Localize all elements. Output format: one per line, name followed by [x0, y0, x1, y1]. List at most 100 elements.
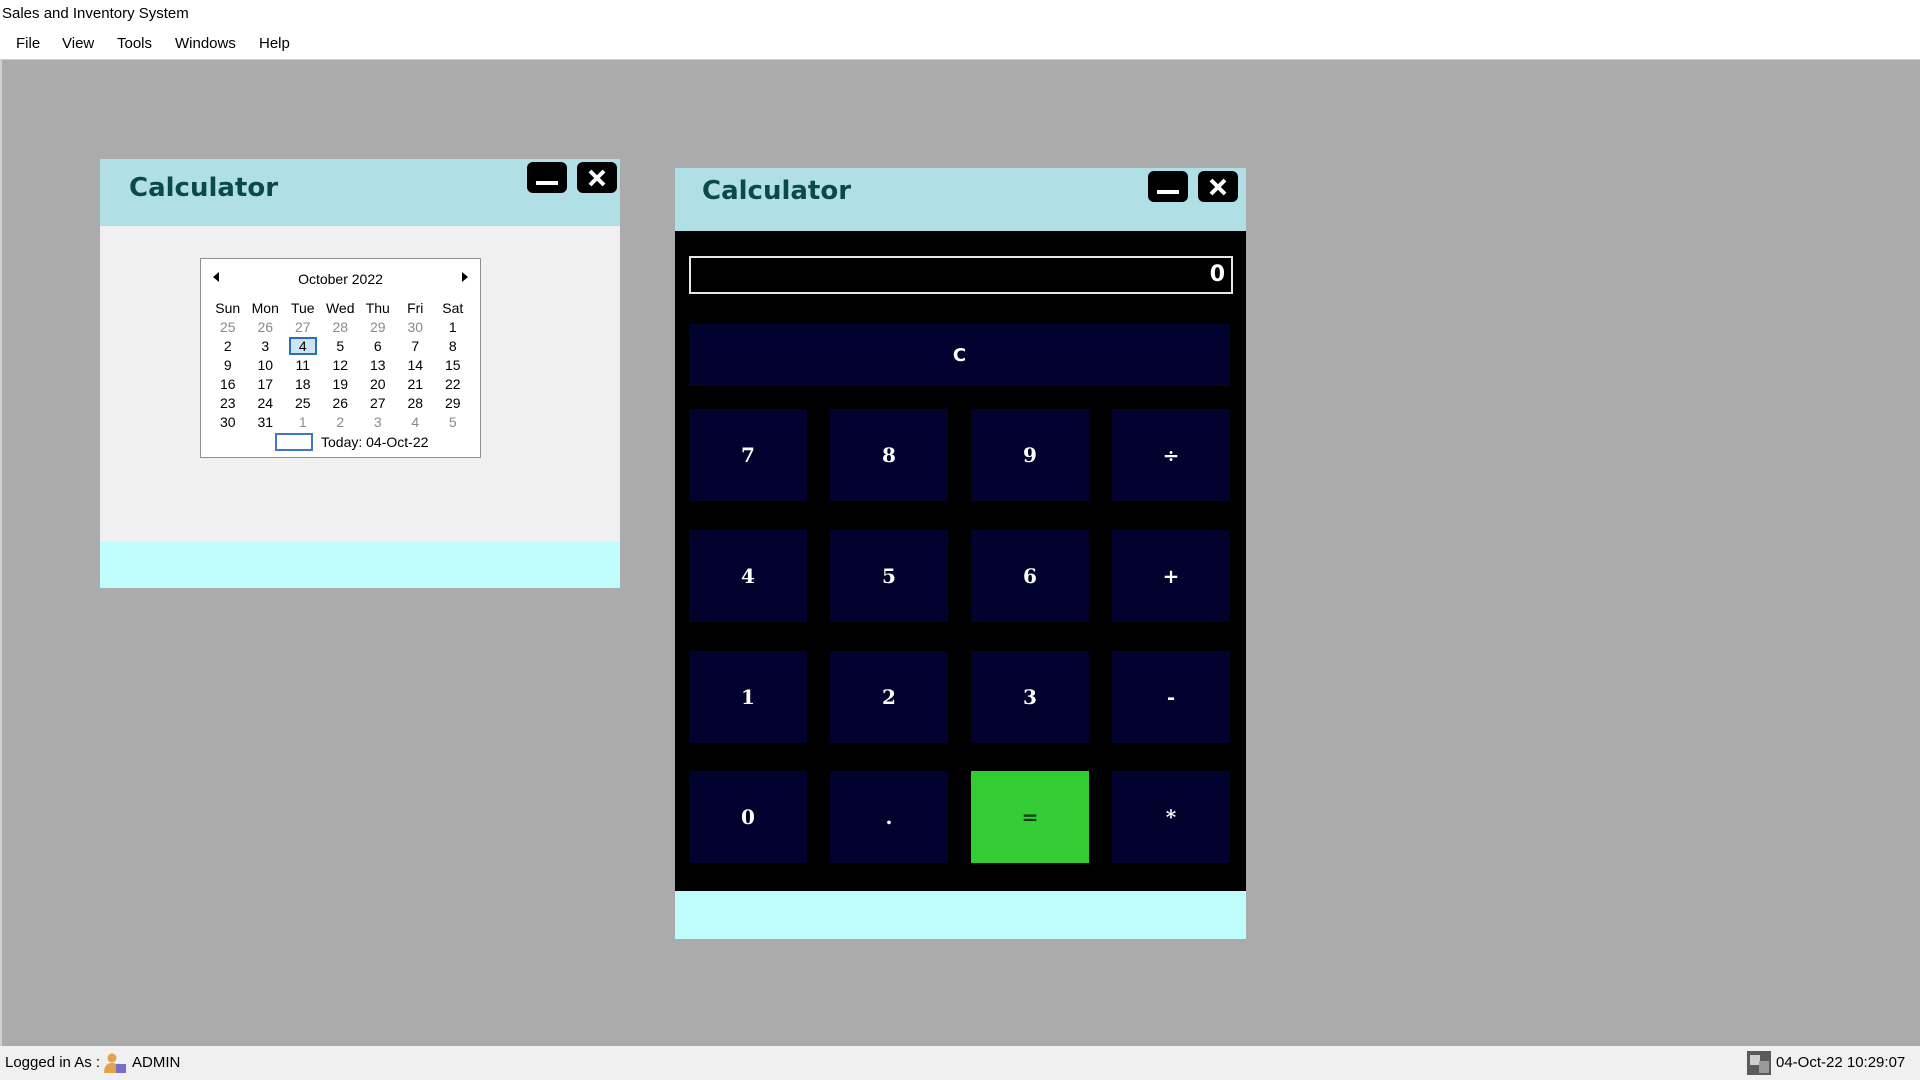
- calendar-day[interactable]: 27: [284, 318, 322, 337]
- close-icon: [1209, 178, 1227, 195]
- calendar-day[interactable]: 20: [359, 375, 397, 394]
- calendar-week-row: 30 31 1 2 3 4 5: [209, 413, 472, 432]
- multiply-button[interactable]: *: [1112, 771, 1230, 863]
- digit-7-button[interactable]: 7: [689, 409, 807, 501]
- calendar-day[interactable]: 14: [397, 356, 435, 375]
- calendar-day[interactable]: 19: [322, 375, 360, 394]
- calendar-day[interactable]: 26: [322, 394, 360, 413]
- calendar-day[interactable]: 25: [209, 318, 247, 337]
- digit-8-button[interactable]: 8: [830, 409, 948, 501]
- calendar-day[interactable]: 29: [359, 318, 397, 337]
- plus-button[interactable]: +: [1112, 530, 1230, 622]
- menu-windows[interactable]: Windows: [175, 28, 236, 59]
- calendar-day[interactable]: 4: [397, 413, 435, 432]
- calendar-day[interactable]: 16: [209, 375, 247, 394]
- calculator-window: Calculator 0 C 7 8 9 ÷ 4 5 6 + 1 2 3 - 0…: [675, 168, 1246, 939]
- weekday-label: Tue: [290, 300, 315, 316]
- calendar-day[interactable]: 10: [247, 356, 285, 375]
- calendar-month-label[interactable]: October 2022: [201, 271, 480, 287]
- digit-0-button[interactable]: 0: [689, 771, 807, 863]
- minimize-button[interactable]: [527, 162, 567, 193]
- calendar-day[interactable]: 12: [322, 356, 360, 375]
- calculator-window-calendar: Calculator October 2022 Sun Mon Tue Wed …: [100, 159, 620, 588]
- calendar-day[interactable]: 1: [284, 413, 322, 432]
- calendar-day[interactable]: 22: [434, 375, 472, 394]
- selected-day-label: 4: [288, 337, 317, 355]
- status-bar: Logged in As : ADMIN 04-Oct-22 10:29:07: [0, 1046, 1920, 1080]
- menu-tools[interactable]: Tools: [117, 28, 152, 59]
- calculator-display[interactable]: 0: [689, 256, 1233, 294]
- weekday-label: Sun: [215, 300, 241, 316]
- close-button[interactable]: [1198, 171, 1238, 202]
- menu-help[interactable]: Help: [259, 28, 290, 59]
- calendar-day[interactable]: 27: [359, 394, 397, 413]
- calendar-day[interactable]: 3: [247, 337, 285, 356]
- decimal-point-button[interactable]: .: [830, 771, 948, 863]
- calendar-today-link[interactable]: Today: 04-Oct-22: [275, 433, 428, 451]
- calendar-day[interactable]: 15: [434, 356, 472, 375]
- minimize-icon: [536, 180, 558, 185]
- calendar-day[interactable]: 3: [359, 413, 397, 432]
- calendar-day[interactable]: 21: [397, 375, 435, 394]
- month-calendar[interactable]: October 2022 Sun Mon Tue Wed Thu Fri Sat…: [200, 258, 481, 458]
- calendar-day[interactable]: 29: [434, 394, 472, 413]
- calendar-day-selected[interactable]: 4: [284, 337, 322, 356]
- calendar-day[interactable]: 18: [284, 375, 322, 394]
- calendar-day[interactable]: 6: [359, 337, 397, 356]
- window-header[interactable]: Calculator: [100, 159, 620, 226]
- calendar-weekday-row: Sun Mon Tue Wed Thu Fri Sat: [209, 299, 472, 318]
- calendar-week-row: 23 24 25 26 27 28 29: [209, 394, 472, 413]
- window-title: Calculator: [129, 173, 279, 203]
- digit-9-button[interactable]: 9: [971, 409, 1089, 501]
- calendar-day[interactable]: 2: [322, 413, 360, 432]
- calendar-day[interactable]: 9: [209, 356, 247, 375]
- calendar-day[interactable]: 23: [209, 394, 247, 413]
- calendar-day[interactable]: 7: [397, 337, 435, 356]
- clear-button[interactable]: C: [689, 324, 1230, 386]
- weekday-label: Fri: [407, 300, 424, 316]
- calendar-day[interactable]: 13: [359, 356, 397, 375]
- digit-3-button[interactable]: 3: [971, 651, 1089, 743]
- minimize-button[interactable]: [1148, 171, 1188, 202]
- weekday-label: Mon: [251, 300, 279, 316]
- calendar-day[interactable]: 11: [284, 356, 322, 375]
- digit-2-button[interactable]: 2: [830, 651, 948, 743]
- digit-1-button[interactable]: 1: [689, 651, 807, 743]
- window-title: Calculator: [702, 176, 852, 206]
- calendar-day[interactable]: 26: [247, 318, 285, 337]
- calendar-day[interactable]: 5: [434, 413, 472, 432]
- divide-button[interactable]: ÷: [1112, 409, 1230, 501]
- weekday-label: Thu: [365, 300, 390, 316]
- today-label: Today: 04-Oct-22: [321, 434, 429, 450]
- calendar-day[interactable]: 31: [247, 413, 285, 432]
- next-month-button[interactable]: [458, 269, 472, 285]
- digit-5-button[interactable]: 5: [830, 530, 948, 622]
- logged-in-user: ADMIN: [132, 1054, 181, 1071]
- close-button[interactable]: [577, 162, 617, 193]
- user-icon: [103, 1052, 127, 1078]
- weekday-label: Wed: [325, 300, 355, 316]
- calendar-week-row: 9 10 11 12 13 14 15: [209, 356, 472, 375]
- calendar-day[interactable]: 28: [322, 318, 360, 337]
- calendar-day[interactable]: 30: [397, 318, 435, 337]
- calendar-day[interactable]: 2: [209, 337, 247, 356]
- equals-button[interactable]: =: [971, 771, 1089, 863]
- minus-button[interactable]: -: [1112, 651, 1230, 743]
- menu-view[interactable]: View: [62, 28, 94, 59]
- calendar-day[interactable]: 5: [322, 337, 360, 356]
- calendar-day[interactable]: 17: [247, 375, 285, 394]
- calendar-week-row: 25 26 27 28 29 30 1: [209, 318, 472, 337]
- menu-file[interactable]: File: [16, 28, 40, 59]
- today-marker-icon: [275, 433, 313, 451]
- calendar-day[interactable]: 30: [209, 413, 247, 432]
- calendar-day[interactable]: 24: [247, 394, 285, 413]
- calendar-day[interactable]: 8: [434, 337, 472, 356]
- digit-6-button[interactable]: 6: [971, 530, 1089, 622]
- calendar-day[interactable]: 25: [284, 394, 322, 413]
- calendar-day[interactable]: 1: [434, 318, 472, 337]
- digit-4-button[interactable]: 4: [689, 530, 807, 622]
- weekday-label: Sat: [442, 300, 464, 316]
- logged-in-label: Logged in As :: [5, 1054, 101, 1071]
- window-header[interactable]: Calculator: [675, 168, 1246, 231]
- calendar-day[interactable]: 28: [397, 394, 435, 413]
